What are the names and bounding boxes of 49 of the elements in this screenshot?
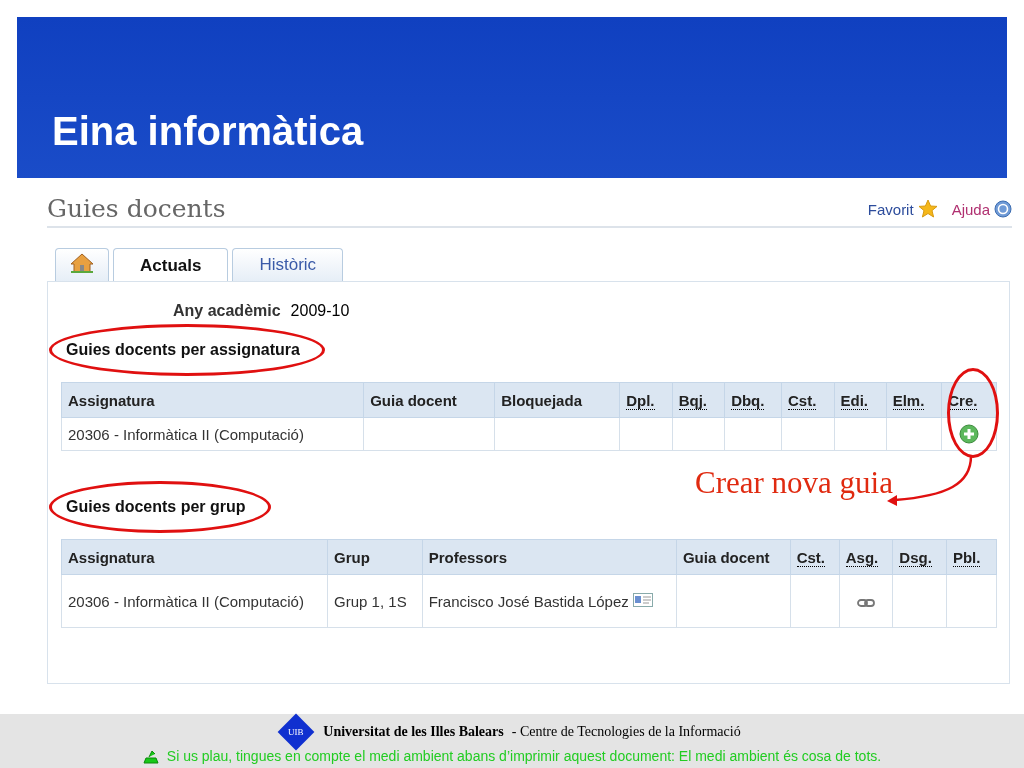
column-header[interactable]: Dpl. (619, 382, 673, 418)
university-logo: UIB (277, 713, 315, 750)
column-header[interactable]: Cst. (790, 539, 840, 575)
column-header[interactable]: Asg. (839, 539, 893, 575)
table-cell (834, 417, 887, 451)
table-cell: 20306 - Informàtica II (Computació) (61, 417, 364, 451)
tab[interactable]: Actuals (113, 248, 229, 282)
column-header: Assignatura (61, 539, 328, 575)
environment-notice: Si us plau, tingues en compte el medi ambient abans d’imprimir aquest document: El medi ambient és cosa de tots. (166, 747, 882, 764)
column-header[interactable]: Edi. (834, 382, 887, 418)
column-header: Grup (327, 539, 423, 575)
table-cell: Francisco José Bastida López (422, 574, 677, 628)
university-name: Universitat de les Illes Balears (323, 723, 504, 740)
column-header[interactable]: Bqj. (672, 382, 725, 418)
academic-year-value: 2009-10 (290, 302, 350, 320)
table-cell: Grup 1, 1S (327, 574, 423, 628)
column-header[interactable]: Pbl. (946, 539, 997, 575)
slide-title: Eina informàtica (52, 109, 364, 154)
centre-name: - Centre de Tecnologies de la Informació (511, 723, 741, 740)
section-heading: Guies docents per grup (66, 498, 246, 515)
column-header: Assignatura (61, 382, 364, 418)
table-cell (619, 417, 673, 451)
table-cell (781, 417, 834, 451)
add-icon[interactable] (959, 424, 980, 444)
table-cell: 20306 - Informàtica II (Computació) (61, 574, 328, 628)
help-link[interactable]: Ajuda (951, 200, 990, 218)
column-header[interactable]: Dbq. (724, 382, 782, 418)
table-cell (946, 574, 997, 628)
table-cell (672, 417, 725, 451)
help-icon (994, 200, 1012, 218)
academic-year-label: Any acadèmic (173, 302, 281, 320)
star-icon (917, 199, 938, 219)
column-header[interactable]: Elm. (886, 382, 942, 418)
column-header: Guia docent (363, 382, 495, 418)
page-title: Guies docents (47, 194, 226, 223)
column-header: Professors (422, 539, 677, 575)
column-header[interactable]: Cst. (781, 382, 834, 418)
favorite-link[interactable]: Favorit (867, 200, 914, 218)
contact-card-icon[interactable] (632, 592, 653, 607)
house-icon (70, 251, 94, 274)
column-header: Guia docent (676, 539, 791, 575)
link-icon[interactable] (857, 597, 875, 608)
column-header[interactable]: Dsg. (892, 539, 947, 575)
annotation-label: Crear nova guia (695, 465, 893, 501)
home-tab[interactable] (55, 248, 109, 281)
section-heading: Guies docents per assignatura (66, 341, 300, 358)
column-header: Bloquejada (494, 382, 620, 418)
table-cell (724, 417, 782, 451)
tab[interactable]: Històric (232, 248, 344, 281)
